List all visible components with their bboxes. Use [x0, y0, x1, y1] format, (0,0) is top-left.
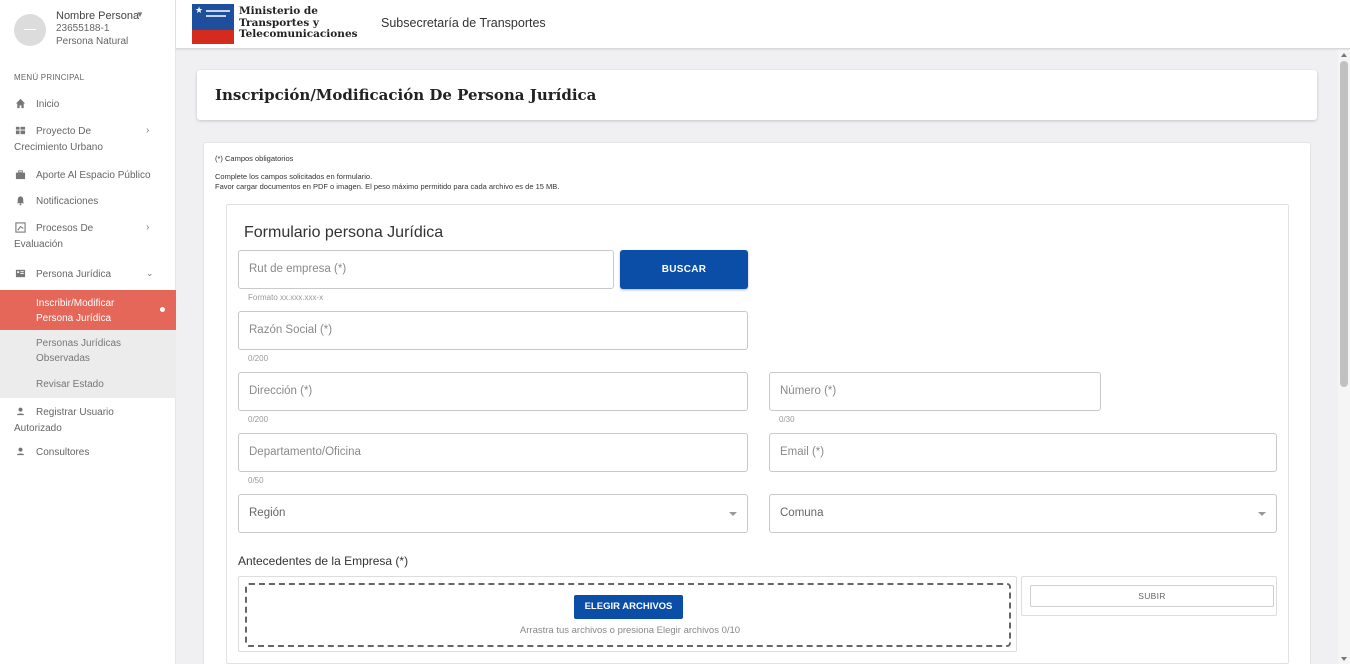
chevron-right-icon: › [146, 125, 150, 136]
subsecretaria-title: Subsecretaría de Transportes [381, 16, 546, 30]
active-indicator [160, 307, 165, 312]
razon-social-placeholder: Razón Social (*) [249, 324, 333, 336]
instructions-line-1: Complete los campos solicitados en formu… [215, 172, 373, 181]
sidebar: Nombre Persona ▼ 23655188-1 Persona Natu… [0, 0, 176, 664]
sidebar-subitem-observadas[interactable]: Personas Jurídicas Observadas [0, 330, 176, 370]
direccion-counter: 0/200 [248, 415, 269, 424]
dropdown-arrow-icon [729, 512, 737, 516]
sidebar-item-label: Inicio [36, 99, 60, 110]
form-container: (*) Campos obligatorios Complete los cam… [203, 142, 1311, 664]
razon-social-counter: 0/200 [248, 354, 269, 363]
sidebar-item-label: Consultores [36, 447, 90, 458]
comuna-placeholder: Comuna [780, 507, 824, 519]
chevron-down-icon: ⌄ [146, 268, 154, 278]
sidebar-subitem-label: Inscribir/Modificar Persona Jurídica [36, 298, 115, 324]
rut-empresa-input[interactable]: Rut de empresa (*) [238, 250, 614, 289]
ministry-name: Ministerio de Transportes y Telecomunica… [239, 5, 358, 40]
sidebar-item-proyecto[interactable]: Proyecto De › Crecimiento Urbano [0, 125, 176, 155]
sidebar-item-label: Procesos De [36, 223, 94, 234]
direccion-placeholder: Dirección (*) [249, 385, 313, 397]
sidebar-item-label: Proyecto De [36, 126, 92, 137]
dashboard-icon [15, 126, 26, 135]
sidebar-subitem-inscribir[interactable]: Inscribir/Modificar Persona Jurídica [0, 290, 176, 330]
user-name: Nombre Persona [56, 10, 140, 22]
form-heading: Formulario persona Jurídica [244, 224, 444, 241]
sidebar-item-label: Notificaciones [36, 196, 99, 207]
sidebar-item-label: Aporte Al Espacio Público [36, 170, 151, 181]
departamento-input[interactable]: Departamento/Oficina [238, 433, 748, 472]
home-icon [15, 98, 26, 109]
buscar-button[interactable]: BUSCAR [620, 250, 748, 289]
subir-panel: SUBIR [1021, 576, 1277, 616]
email-placeholder: Email (*) [780, 446, 825, 458]
user-panel[interactable]: Nombre Persona ▼ 23655188-1 Persona Natu… [0, 0, 175, 58]
file-upload-panel: ELEGIR ARCHIVOS Arrastra tus archivos o … [238, 576, 1017, 652]
sidebar-item-label: Autorizado [14, 423, 62, 434]
sidebar-item-label: Crecimiento Urbano [14, 142, 103, 153]
numero-input[interactable]: Número (*) [769, 372, 1101, 411]
top-header: ★ Ministerio de Transportes y Telecomuni… [176, 0, 1350, 49]
chart-icon [15, 222, 26, 233]
page-title-card: Inscripción/Modificación De Persona Jurí… [197, 70, 1317, 120]
departamento-counter: 0/50 [248, 476, 264, 485]
rut-format-hint: Formato xx.xxx.xxx-x [248, 293, 324, 302]
antecedentes-label: Antecedentes de la Empresa (*) [238, 554, 409, 568]
chevron-right-icon: › [146, 222, 150, 233]
persona-juridica-form: Formulario persona Jurídica Rut de empre… [226, 204, 1289, 664]
rut-placeholder: Rut de empresa (*) [249, 263, 347, 275]
dropdown-arrow-icon [1258, 512, 1266, 516]
file-drop-zone[interactable]: ELEGIR ARCHIVOS Arrastra tus archivos o … [245, 583, 1011, 647]
briefcase-icon [15, 170, 26, 180]
email-input[interactable]: Email (*) [769, 433, 1277, 472]
direccion-input[interactable]: Dirección (*) [238, 372, 748, 411]
numero-counter: 0/30 [779, 415, 795, 424]
departamento-placeholder: Departamento/Oficina [249, 446, 361, 458]
caret-down-icon[interactable]: ▼ [136, 10, 144, 19]
sidebar-item-notificaciones[interactable]: Notificaciones [0, 195, 176, 209]
instructions-line-2: Favor cargar documentos en PDF o imagen.… [215, 182, 560, 191]
sidebar-subitem-label: Revisar Estado [36, 379, 104, 390]
ministry-logo: ★ [192, 4, 234, 44]
sidebar-item-consultores[interactable]: Consultores [0, 446, 176, 460]
numero-placeholder: Número (*) [780, 385, 837, 397]
sidebar-subitem-revisar-estado[interactable]: Revisar Estado [0, 370, 176, 398]
comuna-select[interactable]: Comuna [769, 494, 1277, 533]
bell-icon [16, 196, 25, 206]
required-note: (*) Campos obligatorios [215, 154, 294, 163]
subir-button[interactable]: SUBIR [1030, 585, 1274, 607]
sidebar-subitem-label: Personas Jurídicas Observadas [36, 338, 122, 364]
sidebar-item-label: Evaluación [14, 239, 63, 250]
menu-title: MENÚ PRINCIPAL [14, 73, 85, 82]
avatar [14, 14, 46, 46]
sidebar-item-procesos[interactable]: Procesos De › Evaluación [0, 222, 176, 252]
scroll-down-arrow-icon[interactable] [1341, 657, 1347, 661]
sidebar-item-registrar-usuario[interactable]: Registrar Usuario Autorizado [0, 406, 176, 436]
sidebar-item-label: Registrar Usuario [36, 407, 114, 418]
upload-hint: Arrastra tus archivos o presiona Elegir … [519, 625, 741, 636]
scroll-thumb[interactable] [1340, 61, 1348, 387]
user-rut: 23655188-1 [56, 23, 110, 34]
scroll-up-arrow-icon[interactable] [1341, 53, 1347, 57]
elegir-archivos-button[interactable]: ELEGIR ARCHIVOS [574, 595, 683, 619]
person-icon [16, 407, 25, 416]
razon-social-input[interactable]: Razón Social (*) [238, 311, 748, 350]
sidebar-item-label: Persona Jurídica [36, 269, 112, 280]
sidebar-item-inicio[interactable]: Inicio [0, 98, 176, 112]
region-select[interactable]: Región [238, 494, 748, 533]
vertical-scrollbar[interactable] [1338, 50, 1350, 664]
region-placeholder: Región [249, 507, 286, 519]
sidebar-item-persona-juridica[interactable]: Persona Jurídica ⌄ [0, 268, 176, 282]
building-icon [15, 269, 26, 278]
user-type: Persona Natural [56, 36, 129, 47]
page-title: Inscripción/Modificación De Persona Jurí… [215, 86, 597, 104]
person-icon [16, 447, 25, 456]
sidebar-item-aporte[interactable]: Aporte Al Espacio Público [0, 169, 176, 183]
